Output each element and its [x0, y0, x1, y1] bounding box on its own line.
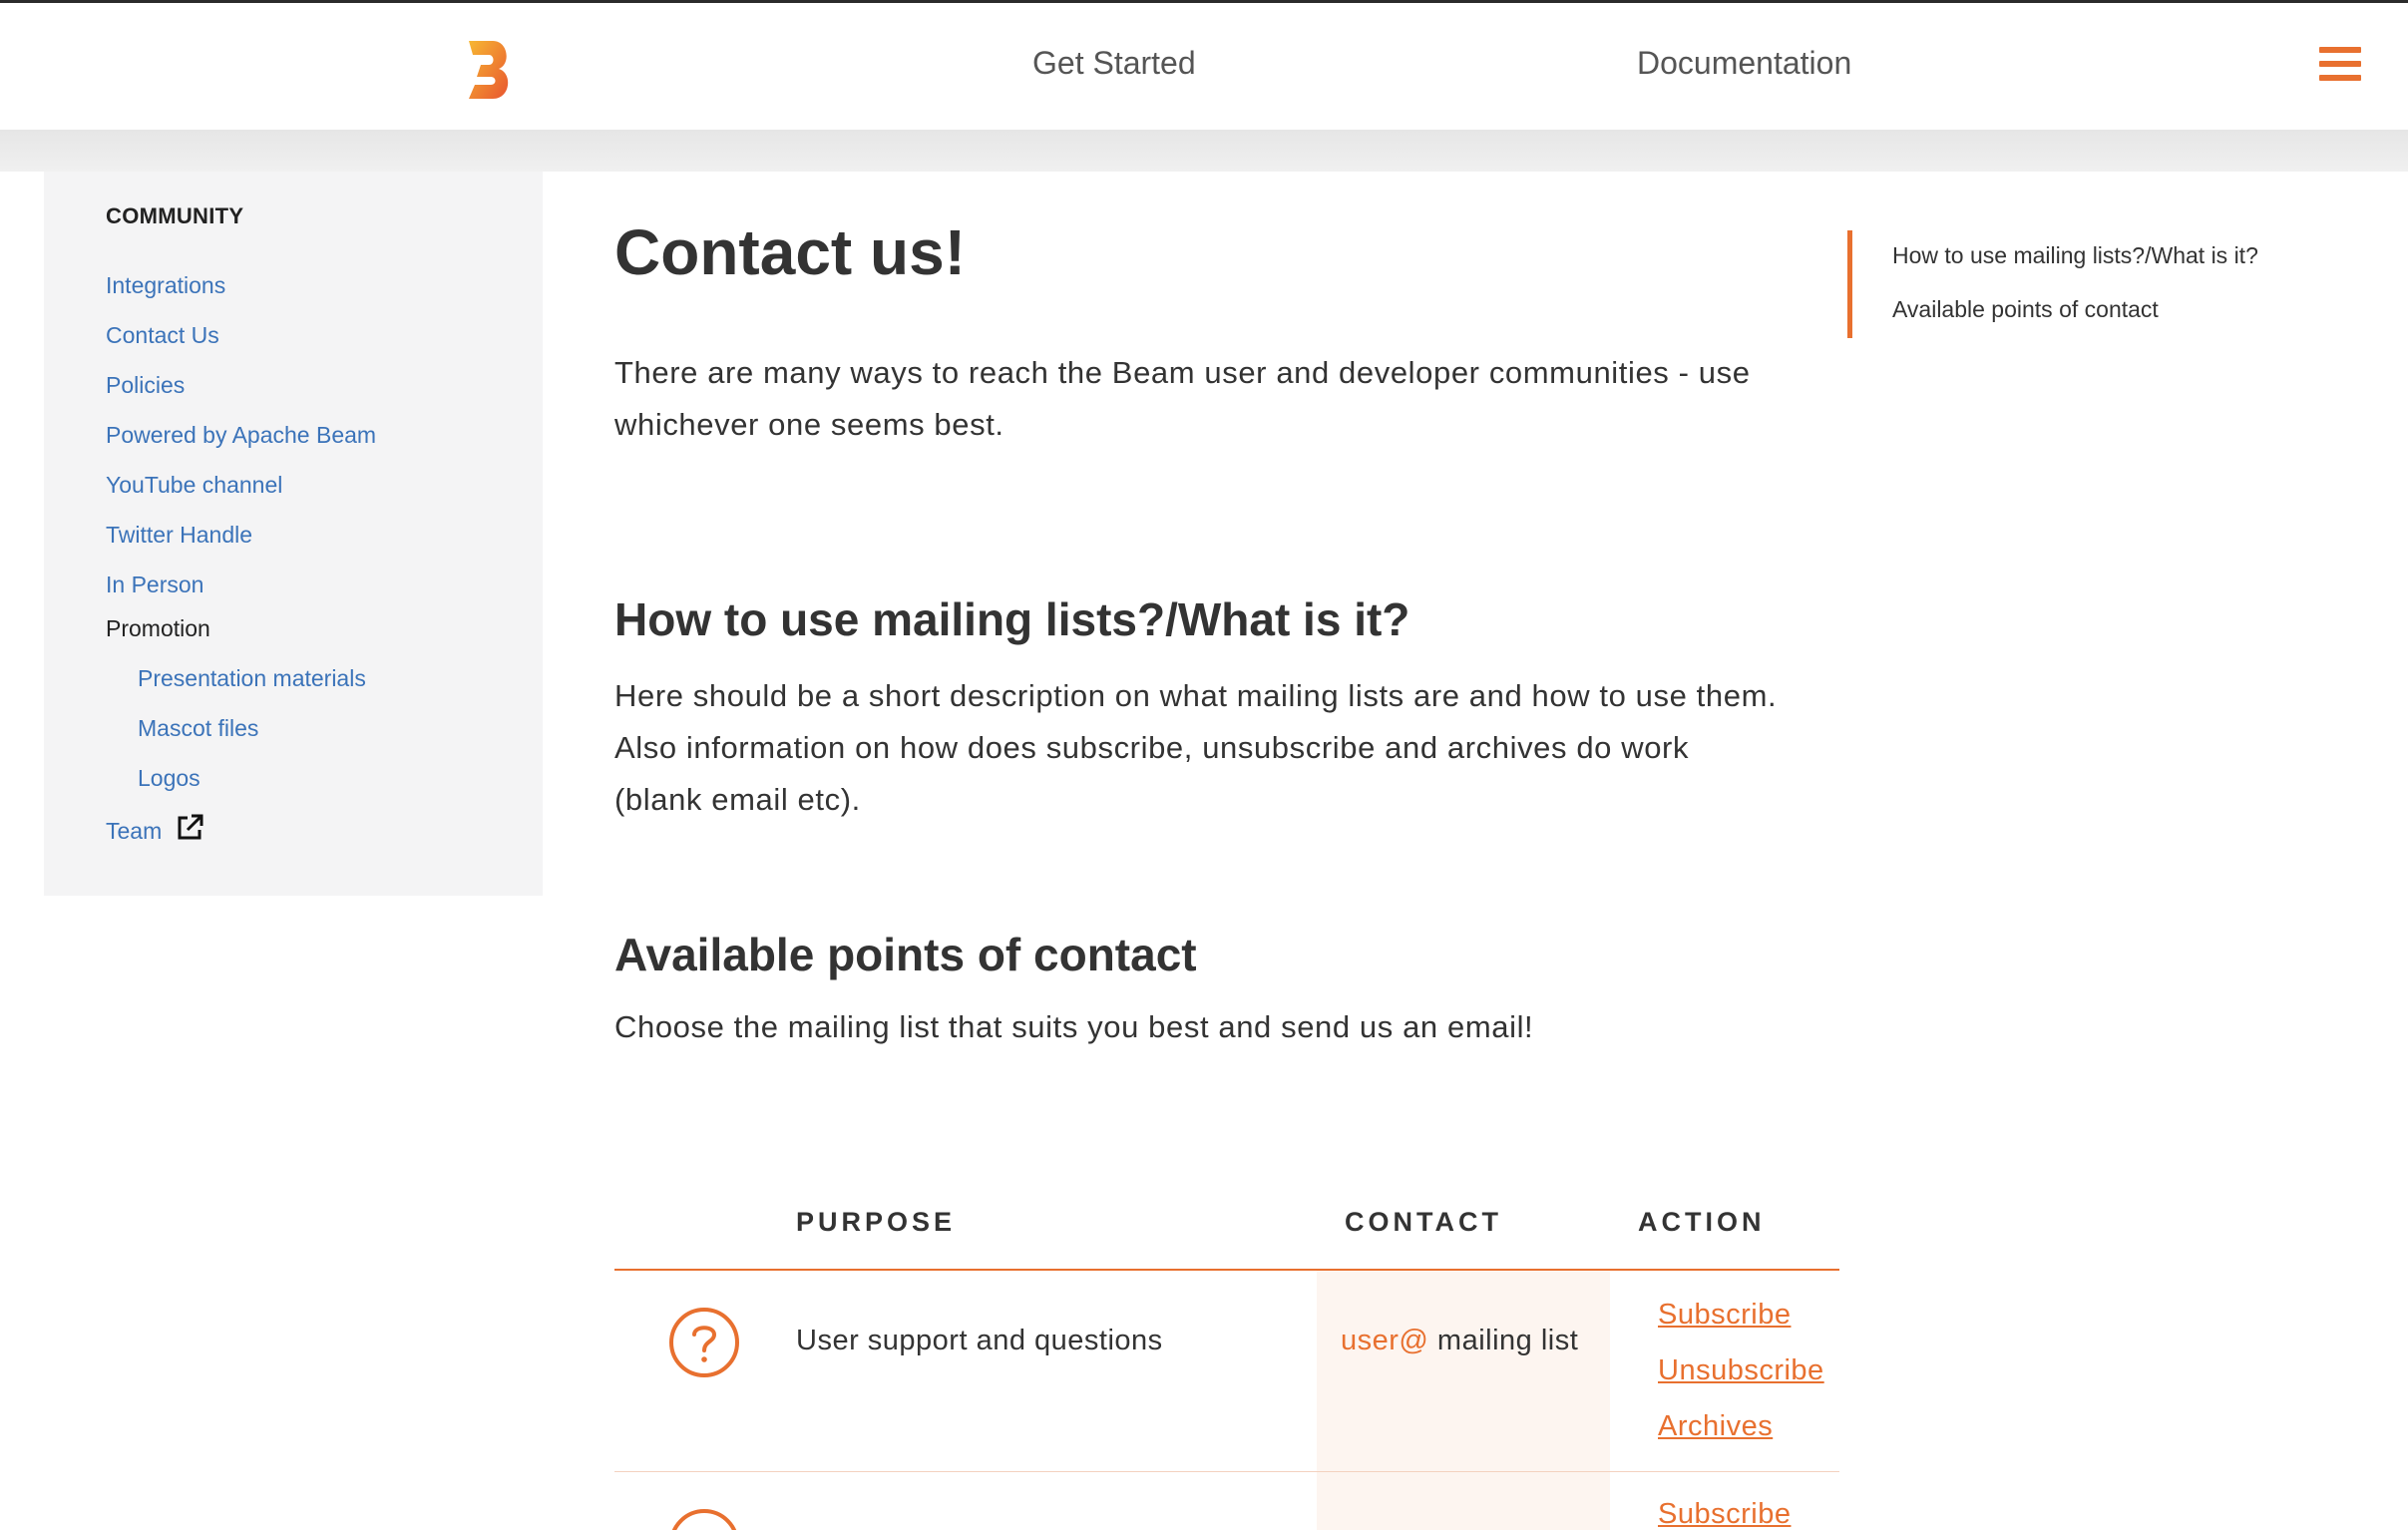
intro-line-2: whichever one seems best. — [614, 407, 1004, 442]
beam-logo[interactable] — [465, 39, 515, 101]
subscribe-link[interactable]: Subscribe — [1658, 1498, 1791, 1530]
section1-line-3: (blank email etc). — [614, 782, 861, 817]
sidebar-title: COMMUNITY — [106, 203, 244, 228]
archives-link[interactable]: Archives — [1658, 1410, 1773, 1443]
column-header-purpose: PURPOSE — [796, 1207, 957, 1237]
sidebar-item-powered-by[interactable]: Powered by Apache Beam — [106, 422, 376, 449]
sidebar: COMMUNITY Integrations Contact Us Polici… — [44, 172, 543, 896]
page-title: Contact us! — [614, 216, 966, 288]
section1-line-2: Also information on how does subscribe, … — [614, 730, 1690, 765]
toc-item-mailing-lists[interactable]: How to use mailing lists?/What is it? — [1892, 242, 2258, 269]
sidebar-group-promotion[interactable]: Promotion — [106, 615, 210, 642]
sidebar-item-logos[interactable]: Logos — [138, 765, 201, 792]
sidebar-item-in-person[interactable]: In Person — [106, 572, 203, 598]
contact-column-highlight — [1317, 1271, 1610, 1530]
contact-address[interactable]: user@ — [1341, 1325, 1428, 1356]
sidebar-item-integrations[interactable]: Integrations — [106, 272, 225, 299]
column-header-contact: CONTACT — [1345, 1207, 1502, 1237]
sidebar-item-policies[interactable]: Policies — [106, 372, 185, 399]
top-navbar: Get Started Documentation — [0, 0, 2408, 130]
sidebar-item-twitter[interactable]: Twitter Handle — [106, 522, 252, 549]
section-heading-points-of-contact: Available points of contact — [614, 929, 1197, 980]
table-row-contact: user@ mailing list — [1341, 1325, 1578, 1357]
hamburger-menu-icon[interactable] — [2319, 47, 2361, 85]
sidebar-item-presentation-materials[interactable]: Presentation materials — [138, 665, 366, 692]
header-shadow-band — [0, 130, 2408, 172]
column-header-action: ACTION — [1638, 1207, 1766, 1237]
section-heading-mailing-lists: How to use mailing lists?/What is it? — [614, 593, 1410, 645]
sidebar-item-team[interactable]: Team — [106, 813, 204, 845]
external-link-icon — [178, 814, 203, 840]
sidebar-item-contact-us[interactable]: Contact Us — [106, 322, 219, 349]
sidebar-item-mascot-files[interactable]: Mascot files — [138, 715, 258, 742]
question-circle-icon — [671, 1509, 737, 1530]
section1-line-1: Here should be a short description on wh… — [614, 678, 1778, 713]
question-circle-icon — [669, 1308, 739, 1377]
unsubscribe-link[interactable]: Unsubscribe — [1658, 1354, 1824, 1387]
sidebar-item-youtube[interactable]: YouTube channel — [106, 472, 282, 499]
sidebar-item-team-label: Team — [106, 818, 163, 844]
contact-table: PURPOSE CONTACT ACTION User support and … — [614, 1187, 1839, 1530]
nav-documentation[interactable]: Documentation — [1637, 45, 1851, 82]
intro-line-1: There are many ways to reach the Beam us… — [614, 355, 1751, 390]
header-divider — [614, 1269, 1839, 1271]
subscribe-link[interactable]: Subscribe — [1658, 1299, 1791, 1332]
section2-text: Choose the mailing list that suits you b… — [614, 1009, 1534, 1044]
toc-item-points-of-contact[interactable]: Available points of contact — [1892, 296, 2159, 323]
row-divider — [614, 1471, 1839, 1472]
nav-get-started[interactable]: Get Started — [1032, 45, 1196, 82]
table-of-contents: How to use mailing lists?/What is it? Av… — [1847, 230, 2366, 338]
contact-suffix: mailing list — [1428, 1325, 1579, 1356]
table-row-purpose: User support and questions — [796, 1325, 1163, 1356]
